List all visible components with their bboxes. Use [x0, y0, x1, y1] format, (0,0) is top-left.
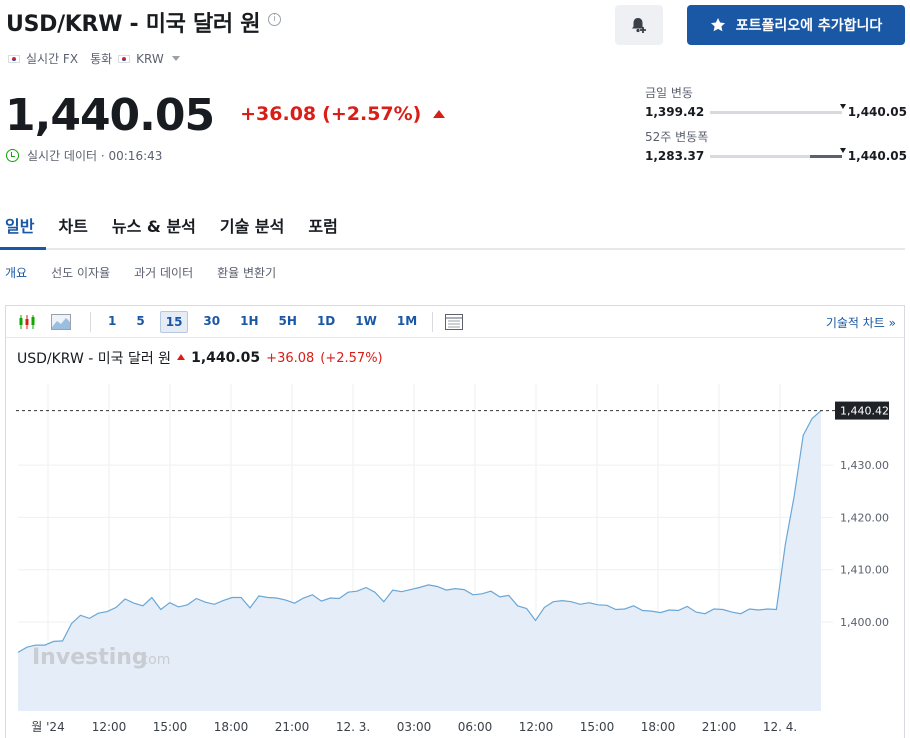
category-label: 통화 — [90, 52, 113, 66]
day-range-low: 1,399.42 — [645, 105, 705, 119]
week52-range-high: 1,440.05 — [847, 149, 907, 163]
realtime-fx-label: 실시간 FX — [26, 52, 79, 66]
x-tick-label: 18:00 — [641, 720, 676, 734]
realtime-row: 실시간 데이터 · 00:16:43 — [6, 147, 162, 164]
flag-kr-icon — [8, 54, 20, 63]
flag-kr-icon — [118, 54, 131, 63]
info-icon[interactable]: i — [268, 12, 282, 26]
x-tick-label: 21:00 — [275, 720, 310, 734]
day-range-track — [710, 103, 847, 114]
tab-forum[interactable]: 포럼 — [296, 205, 349, 250]
tab-chart[interactable]: 차트 — [46, 205, 99, 250]
x-tick-label: 15:00 — [580, 720, 615, 734]
week52-range-fill — [810, 154, 842, 158]
bell-plus-icon — [632, 18, 646, 33]
price-change: +36.08 (+2.57%) — [240, 103, 446, 125]
day-range-line: 1,399.42 1,440.05 — [645, 103, 907, 119]
week52-range-line: 1,283.37 1,440.05 — [645, 147, 907, 163]
x-tick-label: 18:00 — [214, 720, 249, 734]
x-tick-label: 03:00 — [397, 720, 432, 734]
week52-range-label: 52주 변동폭 — [645, 130, 709, 144]
day-range-label: 금일 변동 — [645, 86, 693, 100]
y-tick-label: 1,420.00 — [840, 511, 889, 524]
page-title: USD/KRW - 미국 달러 원 — [6, 12, 261, 37]
chart-panel: 1 5 15 30 1H 5H 1D 1W 1M 기술적 차트 » USD/KRW - 미국 달… — [5, 305, 905, 738]
triangle-up-icon — [433, 110, 446, 118]
week52-range-low: 1,283.37 — [645, 149, 705, 163]
day-range: 금일 변동 1,399.42 1,440.05 — [645, 84, 907, 119]
sub-tabs: 개요 선도 이자율 과거 데이터 환율 변환기 — [5, 264, 276, 281]
realtime-note: 실시간 데이터 · 00:16:43 — [27, 149, 163, 163]
alert-button[interactable] — [615, 5, 663, 45]
subtab-historical-data[interactable]: 과거 데이터 — [134, 264, 193, 281]
tab-general[interactable]: 일반 — [0, 205, 47, 250]
x-tick-label: 월 '24 — [31, 720, 64, 734]
currency-select[interactable]: KRW — [136, 52, 164, 66]
subtab-converter[interactable]: 환율 변환기 — [217, 264, 276, 281]
last-price-label: 1,440.42 — [840, 405, 889, 418]
clock-icon — [6, 149, 19, 162]
week52-range: 52주 변동폭 1,283.37 1,440.05 — [645, 128, 907, 163]
subtab-overview[interactable]: 개요 — [5, 264, 27, 281]
day-range-marker — [840, 103, 847, 109]
x-tick-label: 06:00 — [458, 720, 493, 734]
change-percent: (+2.57%) — [322, 103, 422, 125]
price-chart[interactable]: 1,440.42 1,400.00 1,410.00 1,420.00 1,430.0… — [6, 306, 904, 738]
y-tick-label: 1,400.00 — [840, 616, 889, 629]
meta-row: 실시간 FX 통화 KRW — [8, 50, 180, 67]
x-tick-label: 12:00 — [92, 720, 127, 734]
x-tick-label: 12. 3. — [336, 720, 370, 734]
title-row: USD/KRW - 미국 달러 원 i — [6, 6, 282, 38]
change-value: +36.08 — [240, 103, 317, 125]
y-tick-label: 1,430.00 — [840, 459, 889, 472]
x-tick-label: 21:00 — [702, 720, 737, 734]
price-row: 1,440.05 +36.08 (+2.57%) — [5, 90, 446, 141]
week52-range-track — [710, 147, 847, 158]
x-tick-label: 15:00 — [153, 720, 188, 734]
subtab-forward-rates[interactable]: 선도 이자율 — [51, 264, 110, 281]
star-icon — [710, 18, 725, 32]
x-tick-label: 12:00 — [519, 720, 554, 734]
day-range-high: 1,440.05 — [847, 105, 907, 119]
main-tabs: 일반 차트 뉴스 & 분석 기술 분석 포럼 — [0, 205, 905, 250]
watermark-brand: Investing — [32, 645, 148, 670]
tab-news-analysis[interactable]: 뉴스 & 분석 — [100, 205, 208, 250]
watermark-suffix: .com — [136, 652, 170, 668]
x-tick-label: 12. 4. — [763, 720, 797, 734]
portfolio-button-label: 포트폴리오에 추가합니다 — [735, 18, 883, 34]
y-tick-label: 1,410.00 — [840, 564, 889, 577]
week52-range-marker — [840, 147, 847, 153]
tab-technical[interactable]: 기술 분석 — [208, 205, 296, 250]
add-to-portfolio-button[interactable]: 포트폴리오에 추가합니다 — [687, 5, 905, 45]
chevron-down-icon[interactable] — [171, 56, 180, 61]
last-price: 1,440.05 — [5, 90, 215, 141]
